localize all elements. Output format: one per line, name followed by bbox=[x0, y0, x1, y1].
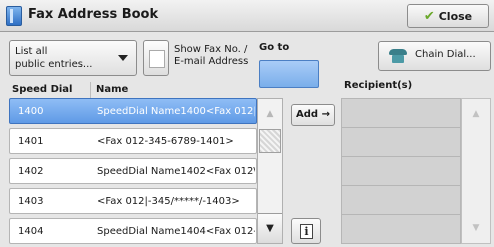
chain-dial-button[interactable]: Chain Dial... bbox=[378, 41, 491, 71]
phone-icon bbox=[389, 49, 407, 63]
recipient-slot bbox=[341, 127, 461, 157]
info-icon: i bbox=[300, 224, 313, 239]
speed-dial-cell: 1402 bbox=[18, 166, 44, 177]
title-bar: Fax Address Book ✔ Close bbox=[0, 0, 494, 32]
scroll-up-icon[interactable]: ▲ bbox=[462, 99, 490, 129]
name-cell: SpeedDial Name1404<Fax 012- bbox=[97, 226, 255, 237]
name-cell: <Fax 012-345-6789-1401> bbox=[97, 136, 234, 147]
list-filter-dropdown[interactable]: List all public entries... bbox=[9, 40, 137, 76]
table-row[interactable]: 1402 SpeedDial Name1402<Fax 012\ bbox=[9, 158, 257, 184]
name-cell: <Fax 012|-345/*****/-1403> bbox=[97, 196, 240, 207]
scroll-down-icon[interactable]: ▼ bbox=[462, 213, 490, 243]
column-header-speed-dial: Speed Dial bbox=[12, 84, 73, 95]
close-button-label: Close bbox=[438, 9, 473, 23]
name-cell: SpeedDial Name1400<Fax 012|- bbox=[97, 106, 255, 117]
speed-dial-cell: 1401 bbox=[18, 136, 44, 147]
column-divider bbox=[90, 82, 91, 98]
scroll-down-icon[interactable]: ▼ bbox=[258, 213, 282, 243]
recipients-label: Recipient(s) bbox=[344, 80, 413, 91]
show-fax-checkbox[interactable] bbox=[143, 40, 169, 76]
scroll-up-icon[interactable]: ▲ bbox=[258, 99, 282, 129]
recipients-scrollbar[interactable]: ▲ ▼ bbox=[461, 98, 491, 244]
goto-label: Go to bbox=[259, 42, 290, 53]
column-header-name: Name bbox=[96, 84, 129, 95]
show-fax-label: Show Fax No. / E-mail Address bbox=[174, 44, 249, 67]
chain-dial-label: Chain Dial... bbox=[415, 49, 476, 60]
table-row[interactable]: 1404 SpeedDial Name1404<Fax 012- bbox=[9, 218, 257, 244]
recipient-slot bbox=[341, 214, 461, 244]
scroll-thumb[interactable] bbox=[259, 129, 281, 153]
close-button[interactable]: ✔ Close bbox=[407, 4, 489, 28]
name-cell: SpeedDial Name1402<Fax 012\ bbox=[97, 166, 255, 177]
add-button[interactable]: Add → bbox=[291, 104, 335, 126]
goto-input[interactable] bbox=[259, 60, 319, 88]
recipient-slot bbox=[341, 156, 461, 186]
address-book-icon bbox=[6, 6, 22, 26]
checkmark-icon: ✔ bbox=[423, 8, 435, 24]
speed-dial-cell: 1400 bbox=[18, 106, 44, 117]
table-row[interactable]: 1403 <Fax 012|-345/*****/-1403> bbox=[9, 188, 257, 214]
list-scrollbar[interactable]: ▲ ▼ bbox=[257, 98, 283, 244]
window-title: Fax Address Book bbox=[28, 7, 159, 22]
details-button[interactable]: i bbox=[291, 218, 321, 244]
table-row[interactable]: 1400 SpeedDial Name1400<Fax 012|- bbox=[9, 98, 257, 124]
recipient-slot bbox=[341, 185, 461, 215]
speed-dial-cell: 1403 bbox=[18, 196, 44, 207]
chevron-down-icon bbox=[118, 55, 128, 61]
speed-dial-cell: 1404 bbox=[18, 226, 44, 237]
recipient-slot bbox=[341, 98, 461, 128]
list-filter-value: List all public entries... bbox=[15, 46, 93, 70]
table-row[interactable]: 1401 <Fax 012-345-6789-1401> bbox=[9, 128, 257, 154]
